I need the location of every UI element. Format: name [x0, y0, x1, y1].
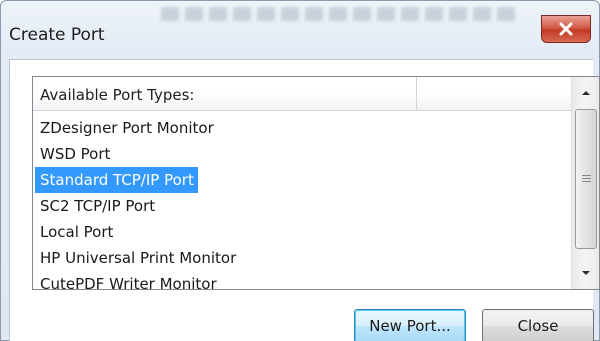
list-item-label: Local Port — [40, 223, 114, 241]
dialog-title: Create Port — [9, 25, 105, 45]
blurred-background-text — [161, 7, 521, 21]
close-button[interactable]: Close — [482, 309, 594, 341]
list-item-label: ZDesigner Port Monitor — [40, 119, 214, 137]
list-item-label: HP Universal Print Monitor — [40, 249, 237, 267]
list-header: Available Port Types: — [33, 77, 571, 111]
list-rows: ZDesigner Port Monitor WSD Port Standard T… — [33, 115, 571, 290]
scroll-up-button[interactable] — [574, 81, 598, 105]
scroll-thumb[interactable] — [575, 109, 597, 249]
dialog-client-area: Available Port Types: ZDesigner Port Mon… — [9, 59, 600, 341]
chevron-up-icon — [582, 91, 590, 95]
list-item-label: Standard TCP/IP Port — [35, 167, 198, 193]
scroll-down-button[interactable] — [574, 261, 598, 285]
list-item-label: WSD Port — [40, 145, 111, 163]
title-bar[interactable]: Create Port — [1, 1, 600, 53]
list-item[interactable]: HP Universal Print Monitor — [33, 245, 571, 271]
create-port-dialog: Create Port Available Port Types: ZDesig… — [0, 0, 600, 341]
new-port-button[interactable]: New Port... — [354, 309, 466, 341]
vertical-scrollbar[interactable] — [571, 77, 599, 289]
column-header-port-types[interactable]: Available Port Types: — [33, 77, 417, 111]
list-item-label: SC2 TCP/IP Port — [40, 197, 156, 215]
column-header-empty[interactable] — [418, 77, 571, 111]
close-window-button[interactable] — [541, 15, 591, 43]
list-item[interactable]: ZDesigner Port Monitor — [33, 115, 571, 141]
list-item-label: CutePDF Writer Monitor — [40, 275, 217, 290]
list-item[interactable]: SC2 TCP/IP Port — [33, 193, 571, 219]
port-types-list[interactable]: Available Port Types: ZDesigner Port Mon… — [32, 76, 600, 290]
grip-icon — [581, 174, 591, 184]
close-icon — [559, 22, 573, 36]
list-item[interactable]: Standard TCP/IP Port — [33, 167, 571, 193]
chevron-down-icon — [582, 271, 590, 275]
list-item[interactable]: Local Port — [33, 219, 571, 245]
list-item[interactable]: CutePDF Writer Monitor — [33, 271, 571, 290]
list-item[interactable]: WSD Port — [33, 141, 571, 167]
